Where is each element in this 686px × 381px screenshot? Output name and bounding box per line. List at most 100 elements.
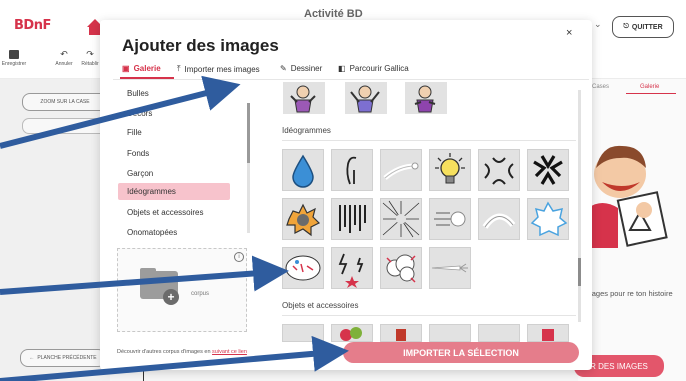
speed-lines-icon bbox=[382, 200, 420, 238]
gallery-scrollbar-thumb[interactable] bbox=[578, 258, 581, 286]
ideogram-tile[interactable] bbox=[331, 198, 373, 240]
object-tile[interactable] bbox=[331, 324, 373, 342]
ideogram-tile[interactable] bbox=[282, 198, 324, 240]
tab-cases[interactable]: Cases bbox=[592, 84, 609, 90]
object-tile[interactable] bbox=[282, 324, 324, 342]
wind-icon bbox=[434, 211, 466, 227]
ideogram-tile[interactable] bbox=[380, 149, 422, 191]
import-selection-button[interactable]: IMPORTER LA SÉLECTION bbox=[343, 342, 579, 363]
ideogram-tile[interactable] bbox=[331, 149, 373, 191]
section-divider bbox=[282, 140, 576, 141]
tab-divider bbox=[113, 79, 589, 80]
category-fille[interactable]: Fille bbox=[127, 128, 142, 137]
category-objets[interactable]: Objets et accessoires bbox=[127, 208, 203, 217]
object-tile[interactable] bbox=[380, 324, 422, 342]
category-bulles[interactable]: Bulles bbox=[127, 89, 149, 98]
previous-page-button[interactable]: ← PLANCHE PRÉCÉDENTE bbox=[20, 349, 106, 367]
squiggle-icon bbox=[346, 156, 357, 185]
ideogram-tile[interactable] bbox=[527, 149, 569, 191]
category-decors[interactable]: Décors bbox=[127, 109, 152, 118]
ideogram-tile[interactable] bbox=[380, 247, 422, 289]
modal-title: Ajouter des images bbox=[122, 36, 279, 55]
impact-icon bbox=[530, 201, 568, 237]
ideogram-tile[interactable] bbox=[478, 198, 520, 240]
tab-dessiner[interactable]: ✎ Dessiner bbox=[280, 64, 322, 73]
activity-title: Activité BD bbox=[304, 8, 363, 20]
arrow-left-icon: ← bbox=[29, 355, 35, 361]
category-onomatopees[interactable]: Onomatopées bbox=[127, 228, 177, 237]
category-fonds[interactable]: Fonds bbox=[127, 149, 149, 158]
active-tab-indicator bbox=[626, 93, 676, 94]
speed-streak-icon bbox=[431, 263, 468, 273]
character-image bbox=[350, 85, 380, 113]
object-tile[interactable] bbox=[478, 324, 520, 342]
undo-button[interactable]: ↶ Annuler bbox=[50, 49, 78, 68]
ideogram-tile[interactable] bbox=[429, 149, 471, 191]
ideogram-tile[interactable] bbox=[429, 247, 471, 289]
fruit-image bbox=[340, 327, 362, 341]
tab-galerie[interactable]: ▣ Galerie bbox=[122, 64, 161, 73]
right-panel-text: s images pour re ton histoire bbox=[578, 289, 673, 298]
tab-parcourir-gallica[interactable]: ◧ Parcourir Gallica bbox=[338, 64, 409, 73]
ideogram-tile[interactable] bbox=[282, 149, 324, 191]
gallery-tile[interactable] bbox=[345, 82, 387, 114]
secondary-button[interactable] bbox=[22, 118, 108, 134]
character-image bbox=[414, 85, 436, 113]
ideogram-tile[interactable] bbox=[331, 247, 373, 289]
section-divider bbox=[282, 315, 576, 316]
fight-cloud-icon bbox=[386, 254, 416, 283]
app-logo[interactable]: BDnF bbox=[14, 18, 51, 33]
save-button[interactable]: Enregistrer bbox=[0, 50, 28, 67]
pencil-icon: ✎ bbox=[280, 64, 287, 73]
discover-corpus-text: Découvrir d'autres corpus d'images en su… bbox=[117, 349, 247, 355]
drop-icon bbox=[292, 154, 314, 188]
ideogram-tile[interactable] bbox=[380, 198, 422, 240]
corpus-label: corpus bbox=[191, 291, 210, 297]
object-tile[interactable] bbox=[527, 324, 569, 342]
quit-label: QUITTER bbox=[631, 23, 663, 31]
category-scrollbar-thumb[interactable] bbox=[247, 103, 250, 163]
chevron-down-icon[interactable]: ⌄ bbox=[594, 19, 602, 30]
section-title-ideogrammes: Idéogrammes bbox=[282, 126, 331, 135]
exit-icon: ⎋ bbox=[623, 23, 629, 30]
save-icon bbox=[9, 50, 19, 59]
lightbulb-icon bbox=[435, 153, 465, 184]
gallery-icon: ▣ bbox=[122, 64, 130, 73]
close-icon[interactable]: × bbox=[566, 27, 572, 39]
lightning-stars-icon bbox=[338, 253, 364, 288]
corpus-dropzone[interactable] bbox=[117, 248, 247, 332]
object-tile[interactable] bbox=[429, 324, 471, 342]
upload-icon: ⤒ bbox=[177, 64, 181, 73]
anger-bold-icon bbox=[533, 155, 563, 185]
redo-icon: ↷ bbox=[86, 49, 94, 59]
category-ideogrammes[interactable]: Idéogrammes bbox=[118, 183, 230, 200]
info-icon[interactable]: i bbox=[234, 252, 244, 262]
ideogram-tile[interactable] bbox=[478, 149, 520, 191]
discover-corpus-link[interactable]: suivant ce lien bbox=[212, 349, 247, 355]
gallica-icon: ◧ bbox=[338, 64, 346, 73]
tab-import-images[interactable]: ⤒ Importer mes images bbox=[177, 64, 260, 74]
object-image bbox=[396, 329, 406, 341]
category-garcon[interactable]: Garçon bbox=[127, 169, 153, 178]
ideogram-tile[interactable] bbox=[429, 198, 471, 240]
anger-icon bbox=[484, 157, 514, 185]
rain-lines-icon bbox=[339, 205, 366, 233]
character-image bbox=[290, 85, 316, 113]
curse-bubble-icon bbox=[285, 255, 321, 281]
gallery-tile[interactable] bbox=[283, 82, 325, 114]
add-corpus-icon[interactable]: + bbox=[163, 289, 179, 305]
undo-icon: ↶ bbox=[60, 49, 68, 59]
section-title-objets: Objets et accessoires bbox=[282, 301, 359, 310]
swoosh-icon bbox=[482, 213, 516, 229]
quit-button[interactable]: ⎋ QUITTER bbox=[612, 16, 674, 38]
gallery-tile[interactable] bbox=[405, 82, 447, 114]
mascot-illustration bbox=[588, 145, 668, 248]
ideogram-tile[interactable] bbox=[527, 198, 569, 240]
zoom-case-button[interactable]: ZOOM SUR LA CASE bbox=[22, 93, 108, 111]
explosion-icon bbox=[286, 203, 321, 237]
ideogram-tile[interactable] bbox=[282, 247, 324, 289]
tab-galerie[interactable]: Galerie bbox=[640, 84, 659, 90]
object-image bbox=[542, 329, 554, 341]
comet-icon bbox=[383, 162, 419, 180]
gallery-scrollbar[interactable] bbox=[578, 90, 581, 322]
